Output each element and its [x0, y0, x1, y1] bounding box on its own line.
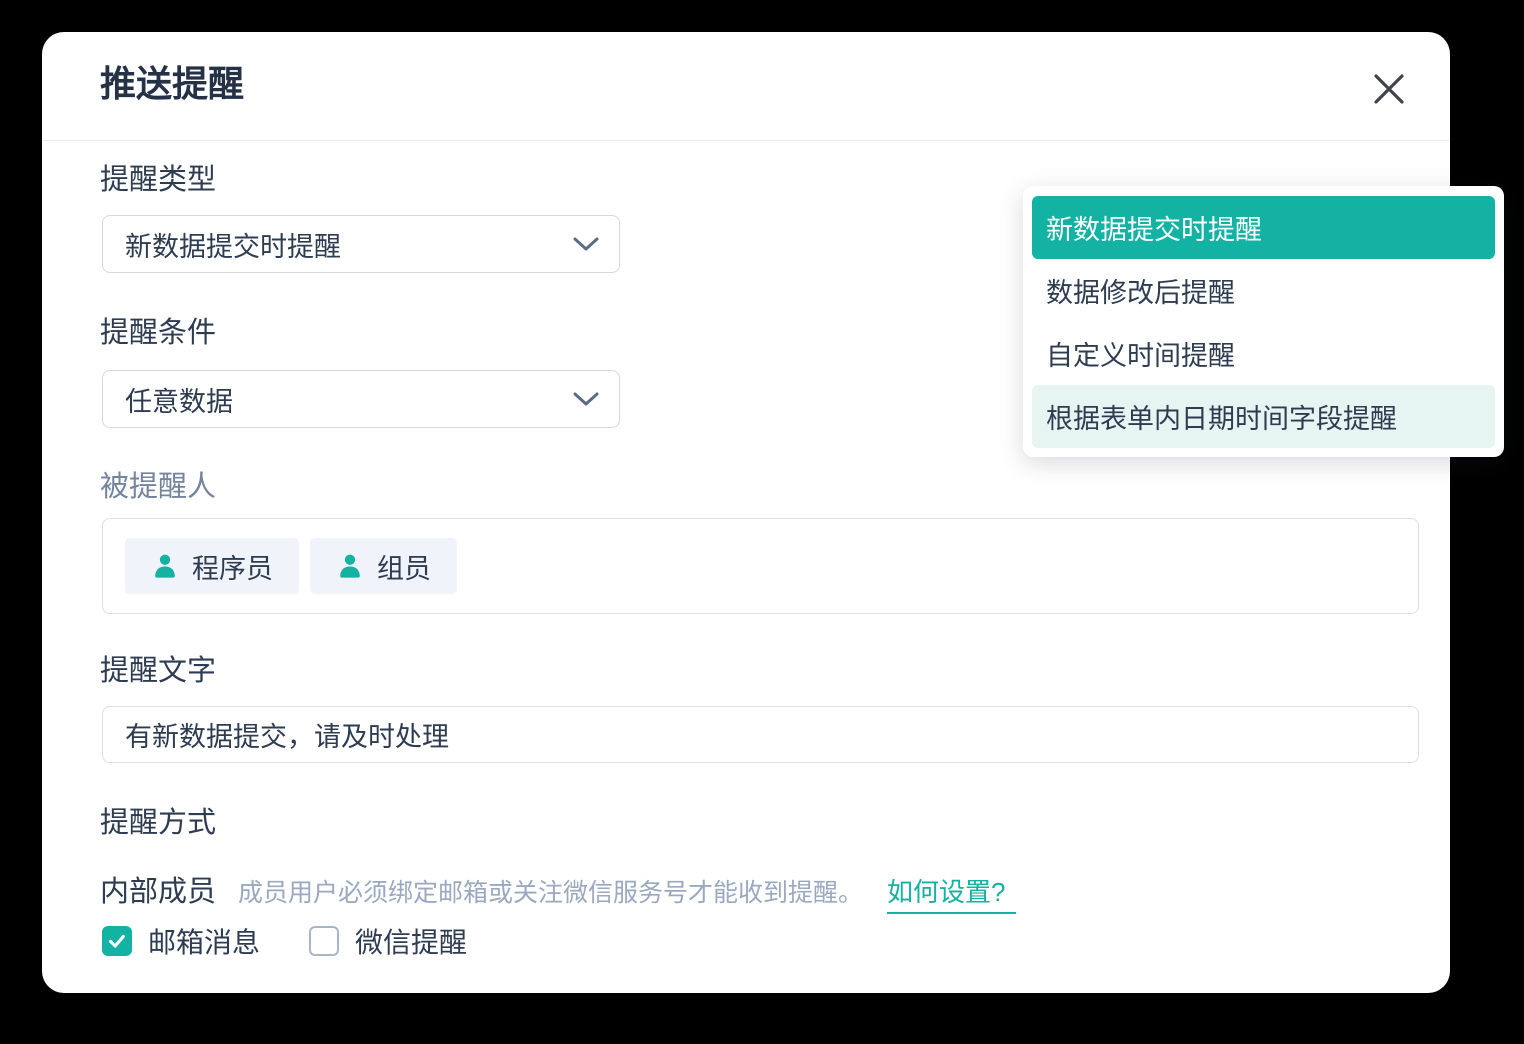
reminder-condition-value: 任意数据	[125, 380, 233, 419]
checkmark-icon	[106, 930, 128, 952]
header-divider	[42, 140, 1450, 141]
reminder-condition-select[interactable]: 任意数据	[102, 370, 620, 428]
email-message-checkbox-item[interactable]: 邮箱消息	[102, 921, 260, 961]
dropdown-option-selected[interactable]: 新数据提交时提醒	[1032, 196, 1495, 259]
method-helper-text: 成员用户必须绑定邮箱或关注微信服务号才能收到提醒。	[238, 873, 863, 909]
reminder-method-label: 提醒方式	[100, 809, 216, 838]
reminder-type-label: 提醒类型	[100, 166, 216, 195]
wechat-reminder-checkbox-item[interactable]: 微信提醒	[309, 921, 467, 961]
reminder-type-dropdown-menu: 新数据提交时提醒 数据修改后提醒 自定义时间提醒 根据表单内日期时间字段提醒	[1023, 186, 1504, 457]
recipient-tag-label: 程序员	[192, 547, 273, 586]
reminder-condition-label: 提醒条件	[100, 319, 216, 348]
reminder-text-label: 提醒文字	[100, 657, 216, 686]
dialog-title: 推送提醒	[100, 62, 244, 105]
wechat-reminder-label: 微信提醒	[355, 921, 467, 961]
dropdown-option[interactable]: 自定义时间提醒	[1032, 322, 1495, 385]
recipient-tag[interactable]: 程序员	[125, 538, 299, 594]
reminder-type-select[interactable]: 新数据提交时提醒	[102, 215, 620, 273]
recipient-tag-label: 组员	[377, 547, 431, 586]
dropdown-option-hovered[interactable]: 根据表单内日期时间字段提醒	[1032, 385, 1495, 448]
dropdown-option[interactable]: 数据修改后提醒	[1032, 259, 1495, 322]
method-description-row: 内部成员 成员用户必须绑定邮箱或关注微信服务号才能收到提醒。 如何设置?	[100, 868, 1016, 914]
chevron-down-icon	[573, 237, 599, 252]
push-reminder-dialog: 推送提醒 提醒类型 新数据提交时提醒 提醒条件 任意数据 被提醒人	[42, 32, 1450, 993]
recipient-tag[interactable]: 组员	[310, 538, 457, 594]
member-type-label: 内部成员	[100, 868, 216, 910]
method-checkbox-row: 邮箱消息 微信提醒	[102, 921, 467, 961]
person-icon	[151, 552, 179, 580]
person-icon	[336, 552, 364, 580]
checkbox-unchecked-icon[interactable]	[309, 926, 339, 956]
close-icon	[1370, 70, 1408, 108]
close-button[interactable]	[1366, 66, 1412, 112]
chevron-down-icon	[573, 392, 599, 407]
checkbox-checked-icon[interactable]	[102, 926, 132, 956]
email-message-label: 邮箱消息	[148, 921, 260, 961]
reminder-type-value: 新数据提交时提醒	[125, 225, 341, 264]
reminder-text-input[interactable]	[102, 706, 1419, 763]
recipients-label: 被提醒人	[100, 473, 216, 502]
recipients-box[interactable]: 程序员 组员	[102, 518, 1419, 614]
how-to-setup-link[interactable]: 如何设置?	[887, 872, 1015, 914]
